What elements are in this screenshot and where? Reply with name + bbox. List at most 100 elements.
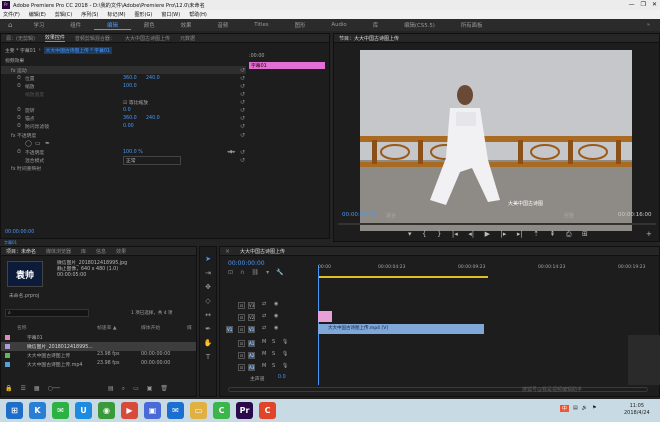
workspace-color[interactable]: 颜色 xyxy=(131,21,168,29)
eye-icon[interactable]: ◉ xyxy=(274,301,278,307)
lock-icon[interactable]: 🔒 xyxy=(5,385,12,393)
icon-view-icon[interactable]: ▦ xyxy=(34,385,40,393)
go-to-out-icon[interactable]: ▸| xyxy=(517,230,523,239)
reset-icon[interactable]: ↺ xyxy=(240,123,245,130)
col-name[interactable]: 名称 xyxy=(17,324,27,331)
stopwatch-icon[interactable]: ⏱ xyxy=(17,83,21,89)
program-video-frame[interactable]: 大美中国古诗图 xyxy=(360,50,632,231)
list-item[interactable]: 字幕01 xyxy=(1,333,196,342)
track-target-v1[interactable]: V1 xyxy=(248,326,255,333)
stopwatch-icon[interactable]: ⏱ xyxy=(17,107,21,113)
mark-out-icon[interactable]: } xyxy=(437,230,441,239)
find-icon[interactable]: ⌕ xyxy=(122,385,125,393)
wrench-icon[interactable]: 🔧 xyxy=(276,269,283,276)
menu-file[interactable]: 文件(F) xyxy=(3,11,20,18)
type-tool-icon[interactable]: T xyxy=(203,353,213,363)
reset-icon[interactable]: ↺ xyxy=(240,107,245,114)
reset-icon[interactable]: ↺ xyxy=(240,115,245,122)
effect-row[interactable]: ⏱ 锚点 360.0 240.0 ↺ xyxy=(1,114,246,122)
track-target-a3[interactable]: A3 xyxy=(248,364,255,371)
rect-mask-icon[interactable]: ▭ xyxy=(35,140,41,147)
ripple-edit-tool-icon[interactable]: ✥ xyxy=(203,283,213,293)
mic-icon[interactable]: 🎙 xyxy=(282,363,288,369)
close-tab-icon[interactable]: × xyxy=(225,248,230,255)
ime-indicator[interactable]: 中 xyxy=(560,405,570,412)
step-forward-icon[interactable]: |▸ xyxy=(501,230,507,239)
track-target-v2[interactable]: V2 xyxy=(248,314,255,321)
menu-clip[interactable]: 剪辑(C) xyxy=(55,11,72,18)
nest-icon[interactable]: ⊡ xyxy=(228,269,233,276)
track-target-a2[interactable]: A2 xyxy=(248,352,255,359)
keyframe-nav-icon[interactable]: ◂◆▸ xyxy=(227,150,236,155)
tab-effect-controls[interactable]: 效果控件 xyxy=(44,34,65,42)
stopwatch-icon[interactable]: ⏱ xyxy=(17,149,21,155)
mute-button[interactable]: M xyxy=(262,339,266,345)
home-icon[interactable]: ⌂ xyxy=(0,21,20,29)
workspace-editing[interactable]: 编辑 xyxy=(94,21,131,30)
solo-button[interactable]: S xyxy=(272,339,275,345)
menu-marker[interactable]: 标记(M) xyxy=(107,11,125,18)
flag-icon[interactable]: ⚑ xyxy=(592,405,596,412)
add-marker-icon[interactable]: ▾ xyxy=(408,230,412,239)
effect-row[interactable]: 缩放宽度 ↺ xyxy=(1,90,246,98)
sync-lock-icon[interactable]: ⇄ xyxy=(262,313,266,319)
workspace-audio-2[interactable]: Audio xyxy=(318,22,359,28)
project-search-input[interactable]: ⌕ xyxy=(5,309,89,317)
reset-icon[interactable]: ↺ xyxy=(240,132,245,139)
video-clip[interactable]: 大大中国古诗图上传.mp4 [V] xyxy=(318,324,484,334)
effect-row[interactable]: 混合模式 正常 ↺ xyxy=(1,155,246,165)
taskbar-wechat-icon[interactable]: ✉ xyxy=(52,402,69,419)
tab-metadata[interactable]: 元数据 xyxy=(180,35,195,42)
lift-icon[interactable]: ⇡ xyxy=(533,230,539,239)
mic-icon[interactable]: 🎙 xyxy=(282,351,288,357)
source-patch-v1[interactable]: V1 xyxy=(226,326,233,333)
reset-icon[interactable]: ↺ xyxy=(240,67,245,74)
taskbar-uplayer-icon[interactable]: U xyxy=(75,402,92,419)
pen-mask-icon[interactable]: ✒ xyxy=(45,140,50,147)
solo-button[interactable]: S xyxy=(272,351,275,357)
taskbar-media-icon[interactable]: ▶ xyxy=(121,402,138,419)
workspace-graphics[interactable]: 图形 xyxy=(282,21,319,29)
tab-effects[interactable]: 效果 xyxy=(116,248,126,255)
tab-media-browser[interactable]: 媒体浏览器 xyxy=(46,248,71,255)
timeline-ruler[interactable]: 00:00 00:00:04:23 00:00:09:23 00:00:14:2… xyxy=(318,265,658,275)
mic-icon[interactable]: 🎙 xyxy=(282,339,288,345)
eye-icon[interactable]: ◉ xyxy=(274,325,278,331)
linked-selection-icon[interactable]: ⛓ xyxy=(251,269,259,276)
tab-project[interactable]: 项目：未命名 xyxy=(6,248,36,255)
reset-icon[interactable]: ↺ xyxy=(240,99,245,106)
solo-button[interactable]: S xyxy=(272,363,275,369)
track-target-v3[interactable]: V3 xyxy=(248,302,255,309)
list-item[interactable]: 微信图片_2018012418995... xyxy=(1,342,196,351)
workspace-all-panels[interactable]: 所有面板 xyxy=(448,21,496,29)
effect-row[interactable]: fx 运动 ↺ xyxy=(1,66,246,74)
sync-lock-icon[interactable]: ⇄ xyxy=(262,301,266,307)
list-item[interactable]: 大大中国古诗图上传.mp4 23.98 fps 00:00:00:00 xyxy=(1,360,196,369)
effect-row[interactable]: ⏱ 位置 360.0 240.0 ↺ xyxy=(1,74,246,82)
razor-tool-icon[interactable]: ◇ xyxy=(203,297,213,307)
mute-button[interactable]: M xyxy=(262,351,266,357)
track-lock-icon[interactable]: ⊡ xyxy=(238,352,245,359)
effect-row[interactable]: ⏱ 防闪烁滤镜 0.00 ↺ xyxy=(1,122,246,130)
workspace-assembly[interactable]: 组件 xyxy=(57,21,94,29)
track-lock-icon[interactable]: ⊡ xyxy=(238,302,245,309)
menu-window[interactable]: 窗口(W) xyxy=(161,11,180,18)
workspace-titles[interactable]: Titles xyxy=(241,22,281,28)
ellipse-mask-icon[interactable]: ◯ xyxy=(25,140,32,147)
tab-audio-clip-mixer[interactable]: 音频剪辑混合器： xyxy=(75,35,115,42)
program-current-time[interactable]: 00:00:00:00 xyxy=(342,212,376,218)
tab-audio-sequence[interactable]: 大大中国古诗图上传 xyxy=(125,35,170,42)
tab-source[interactable]: 源：(无剪辑) xyxy=(6,35,35,42)
automate-icon[interactable]: ▤ xyxy=(108,385,114,393)
project-thumbnail[interactable]: 袁帅 xyxy=(7,261,43,287)
uniform-scale-checkbox[interactable]: ☑ 等比缩放 xyxy=(123,99,148,106)
track-lock-icon[interactable]: ⊡ xyxy=(238,364,245,371)
title-clip[interactable] xyxy=(318,311,332,322)
program-fit-select[interactable]: 适合 xyxy=(386,212,396,219)
step-back-icon[interactable]: ◂| xyxy=(468,230,474,239)
tab-info[interactable]: 信息 xyxy=(96,248,106,255)
mark-in-icon[interactable]: { xyxy=(422,230,426,239)
program-quality-select[interactable]: 完整 xyxy=(564,212,574,219)
list-item[interactable]: 大大中国古诗图上传 23.98 fps 00:00:00:00 xyxy=(1,351,196,360)
workspace-editing-cs55[interactable]: 编辑(CS5.5) xyxy=(391,21,448,29)
